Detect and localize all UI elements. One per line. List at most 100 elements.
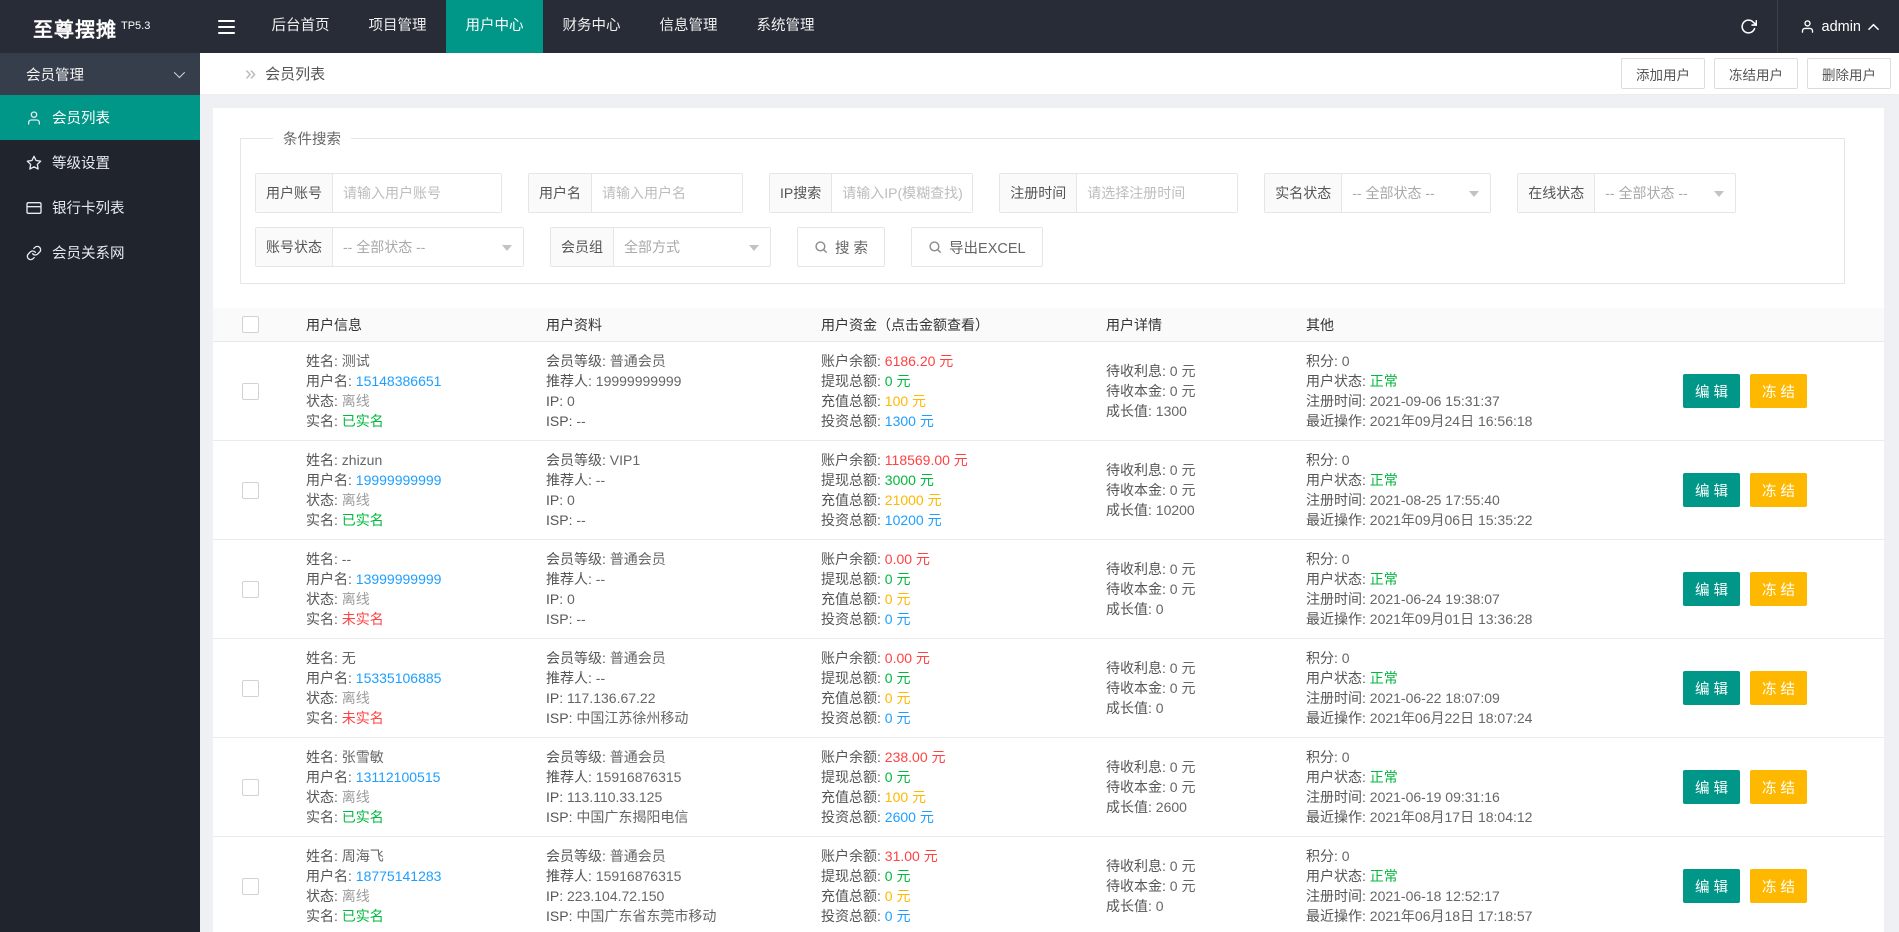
- field-label: 积分:: [1306, 452, 1342, 468]
- filter-input[interactable]: [1077, 174, 1238, 212]
- field-label: 待收利息:: [1106, 759, 1170, 775]
- field-label: 积分:: [1306, 353, 1342, 369]
- add-user-button[interactable]: 添加用户: [1621, 58, 1705, 89]
- field-value: 0 元: [1169, 779, 1196, 795]
- filter-input[interactable]: [333, 174, 501, 212]
- field-value: 0: [1341, 848, 1350, 864]
- field-label: 实名:: [306, 908, 342, 924]
- row-field: 成长值: 10200: [1106, 500, 1288, 520]
- filter-field: 账号状态 -- 全部状态 --: [255, 227, 524, 267]
- table-header-cell: 用户资料: [546, 316, 602, 333]
- edit-button[interactable]: 编 辑: [1683, 671, 1741, 705]
- field-label: 提现总额:: [821, 373, 885, 389]
- field-label: 待收本金:: [1106, 878, 1170, 894]
- field-value: 10200: [1155, 502, 1195, 518]
- row-field: 状态: 离线: [306, 886, 528, 906]
- edit-button[interactable]: 编 辑: [1683, 374, 1741, 408]
- field-value: 2021年09月06日 15:35:22: [1369, 512, 1533, 528]
- filter-select[interactable]: 全部方式: [614, 228, 770, 266]
- field-label: ISP:: [546, 413, 577, 429]
- sidebar-item[interactable]: 银行卡列表: [0, 185, 200, 230]
- row-actions: 编 辑冻 结: [1658, 351, 1884, 431]
- search-button[interactable]: 搜 索: [797, 227, 886, 267]
- export-excel-button[interactable]: 导出EXCEL: [911, 227, 1043, 267]
- filter-input[interactable]: [592, 174, 742, 212]
- field-label: 用户名:: [306, 868, 356, 884]
- row-field: 用户名: 18775141283: [306, 866, 528, 886]
- row-field: 会员等级: 普通会员: [546, 648, 803, 668]
- cell-profile: 会员等级: 普通会员 推荐人: -- IP: 0 ISP: --: [528, 549, 803, 629]
- field-label: 最近操作:: [1306, 710, 1370, 726]
- nav-item[interactable]: 财务中心: [543, 0, 640, 53]
- field-value: 离线: [341, 888, 370, 904]
- row-field: 注册时间: 2021-09-06 15:31:37: [1306, 391, 1658, 411]
- field-value: 已实名: [341, 809, 384, 825]
- row-field: 充值总额: 0 元: [821, 688, 1088, 708]
- field-value: 0 元: [1169, 581, 1196, 597]
- freeze-button[interactable]: 冻 结: [1750, 671, 1808, 705]
- user-menu[interactable]: admin: [1776, 0, 1899, 53]
- filter-select[interactable]: -- 全部状态 --: [1595, 174, 1735, 212]
- sidebar-group-label: 会员管理: [26, 67, 84, 84]
- nav-item[interactable]: 信息管理: [640, 0, 737, 53]
- row-field: 用户名: 19999999999: [306, 470, 528, 490]
- sidebar-item[interactable]: 会员关系网: [0, 230, 200, 275]
- row-checkbox[interactable]: [242, 877, 259, 895]
- field-label: 用户名:: [306, 670, 356, 686]
- cell-detail: 待收利息: 0 元待收本金: 0 元成长值: 2600: [1088, 747, 1288, 827]
- filter-select[interactable]: -- 全部状态 --: [333, 228, 523, 266]
- nav-item[interactable]: 用户中心: [446, 0, 543, 53]
- freeze-button[interactable]: 冻 结: [1750, 473, 1808, 507]
- cell-profile: 会员等级: 普通会员 推荐人: 15916876315 IP: 113.110.33…: [528, 747, 803, 827]
- row-field: 成长值: 1300: [1106, 401, 1288, 421]
- row-field: 注册时间: 2021-08-25 17:55:40: [1306, 490, 1658, 510]
- freeze-user-button[interactable]: 冻结用户: [1714, 58, 1798, 89]
- breadcrumb-bar: » 会员列表 添加用户 冻结用户 删除用户: [200, 53, 1899, 95]
- row-checkbox[interactable]: [242, 481, 259, 499]
- sidebar-toggle-button[interactable]: [200, 0, 252, 53]
- sidebar-item[interactable]: 等级设置: [0, 140, 200, 185]
- field-label: ISP:: [546, 908, 577, 924]
- row-checkbox[interactable]: [242, 679, 259, 697]
- field-value: --: [595, 571, 606, 587]
- field-label: 状态:: [306, 591, 342, 607]
- row-field: 实名: 已实名: [306, 807, 528, 827]
- nav-item[interactable]: 后台首页: [252, 0, 349, 53]
- nav-item[interactable]: 系统管理: [737, 0, 834, 53]
- field-label: IP:: [546, 888, 568, 904]
- refresh-button[interactable]: [1721, 0, 1777, 53]
- row-field: 成长值: 2600: [1106, 797, 1288, 817]
- edit-button[interactable]: 编 辑: [1683, 473, 1741, 507]
- field-value: 普通会员: [609, 551, 666, 567]
- field-label: 推荐人:: [546, 571, 596, 587]
- field-value: 2021年09月24日 16:56:18: [1369, 413, 1533, 429]
- select-all-checkbox[interactable]: [242, 316, 259, 333]
- freeze-button[interactable]: 冻 结: [1750, 374, 1808, 408]
- freeze-button[interactable]: 冻 结: [1750, 869, 1808, 903]
- sidebar-group-member-management[interactable]: 会员管理: [0, 53, 200, 95]
- row-field: 用户状态: 正常: [1306, 767, 1658, 787]
- freeze-button[interactable]: 冻 结: [1750, 572, 1808, 606]
- row-checkbox[interactable]: [242, 580, 259, 598]
- edit-button[interactable]: 编 辑: [1683, 770, 1741, 804]
- nav-item[interactable]: 项目管理: [349, 0, 446, 53]
- field-label: 最近操作:: [1306, 908, 1370, 924]
- edit-button[interactable]: 编 辑: [1683, 869, 1741, 903]
- edit-button[interactable]: 编 辑: [1683, 572, 1741, 606]
- card-icon: [26, 200, 42, 216]
- field-label: 用户状态:: [1306, 670, 1370, 686]
- field-label: 投资总额:: [821, 908, 885, 924]
- row-checkbox[interactable]: [242, 382, 259, 400]
- freeze-button[interactable]: 冻 结: [1750, 770, 1808, 804]
- row-field: 用户名: 13999999999: [306, 569, 528, 589]
- sidebar-item[interactable]: 会员列表: [0, 95, 200, 140]
- delete-user-button[interactable]: 删除用户: [1807, 58, 1891, 89]
- row-field: 待收利息: 0 元: [1106, 757, 1288, 777]
- row-field: IP: 0: [546, 490, 803, 510]
- filter-input[interactable]: [832, 174, 973, 212]
- row-field: 状态: 离线: [306, 688, 528, 708]
- row-checkbox[interactable]: [242, 778, 259, 796]
- field-value: 正常: [1369, 769, 1398, 785]
- filter-select[interactable]: -- 全部状态 --: [1342, 174, 1490, 212]
- table-header: 用户信息 用户资料 用户资金（点击金额查看） 用户详情 其他: [213, 308, 1884, 342]
